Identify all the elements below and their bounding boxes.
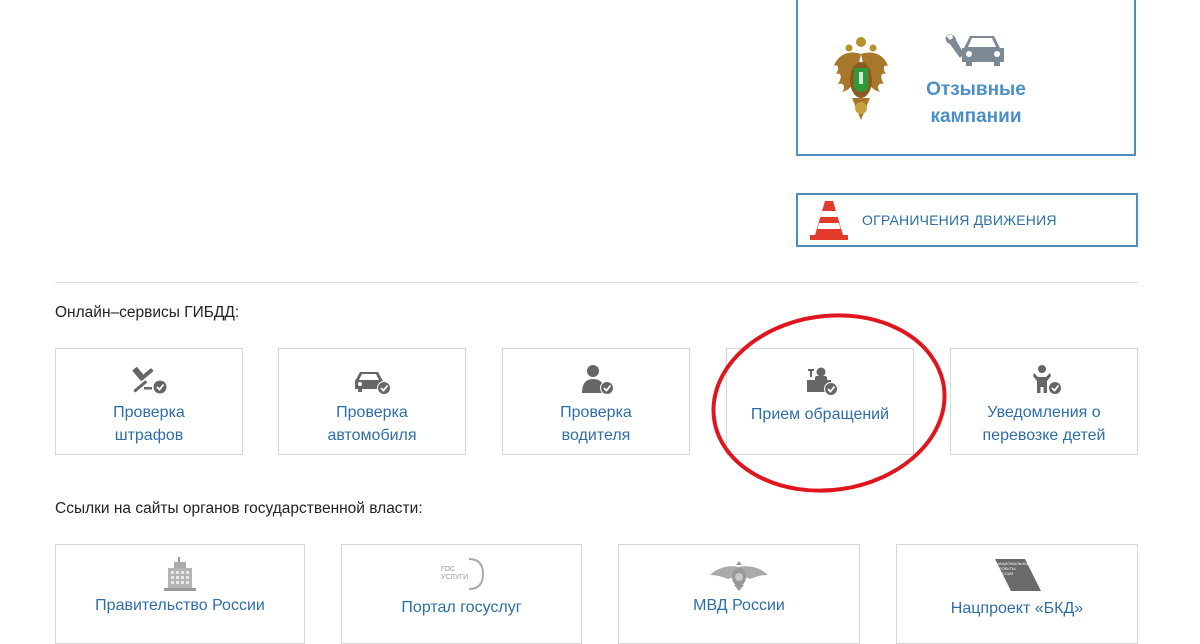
government-building-icon [164,557,196,591]
recall-title-line2: кампании [930,106,1022,127]
section-divider [55,282,1138,283]
service-card-driver[interactable]: Проверка водителя [502,348,690,455]
gosuslugi-logo-text1: ГОС [441,566,455,573]
recall-campaigns-banner[interactable]: Отзывные кампании [796,0,1136,156]
service-card-children[interactable]: Уведомления о перевозке детей [950,348,1138,455]
gov-mvd-label: МВД России [693,597,785,614]
gov-links-heading: Ссылки на сайты органов государственной … [55,500,423,517]
car-check-icon [355,372,391,395]
coat-of-arms-icon [834,37,888,120]
service-card-vehicle[interactable]: Проверка автомобиля [278,348,466,455]
recall-title-line1: Отзывные [926,79,1026,100]
service-vehicle-line2: автомобиля [327,427,417,444]
gavel-check-icon [132,367,167,394]
service-children-line2: перевозке детей [982,427,1106,444]
bkd-logo-text3: РОССИИ [996,571,1013,576]
online-services-heading: Онлайн–сервисы ГИБДД: [55,304,240,321]
service-fines-line1: Проверка [113,404,185,421]
gov-link-gosuslugi[interactable]: ГОС УСЛУГИ Портал госуслуг [341,544,582,644]
reception-desk-icon [807,367,838,396]
service-vehicle-line1: Проверка [336,404,408,421]
traffic-cone-icon [810,201,848,240]
service-driver-line2: водителя [561,427,631,444]
gov-link-government[interactable]: Правительство России [55,544,305,644]
mvd-eagle-icon [710,561,768,591]
service-card-appeals[interactable]: Прием обращений [726,348,914,455]
bkd-logo-icon: НАЦИОНАЛЬНЫЕ ПРОЕКТЫ РОССИИ [995,559,1041,591]
gov-link-mvd[interactable]: МВД России [618,544,860,644]
service-fines-line2: штрафов [114,427,184,444]
person-check-icon [582,365,614,395]
gov-link-bkd[interactable]: НАЦИОНАЛЬНЫЕ ПРОЕКТЫ РОССИИ Нацпроект «Б… [896,544,1138,644]
gov-government-label: Правительство России [95,597,265,614]
gosuslugi-logo-text2: УСЛУГИ [441,574,468,581]
gov-bkd-label: Нацпроект «БКД» [950,600,1084,617]
service-appeals-line1: Прием обращений [750,406,890,423]
traffic-restrictions-label: ОГРАНИЧЕНИЯ ДВИЖЕНИЯ [862,212,1057,228]
child-check-icon [1033,365,1062,395]
gov-gosuslugi-label: Портал госуслуг [401,599,522,616]
service-driver-line1: Проверка [560,404,632,421]
car-wrench-icon [945,34,1004,66]
service-children-line1: Уведомления о [987,404,1101,421]
traffic-restrictions-button[interactable]: ОГРАНИЧЕНИЯ ДВИЖЕНИЯ [796,193,1138,247]
gosuslugi-logo-icon: ГОС УСЛУГИ [441,558,484,590]
service-card-fines[interactable]: Проверка штрафов [55,348,243,455]
